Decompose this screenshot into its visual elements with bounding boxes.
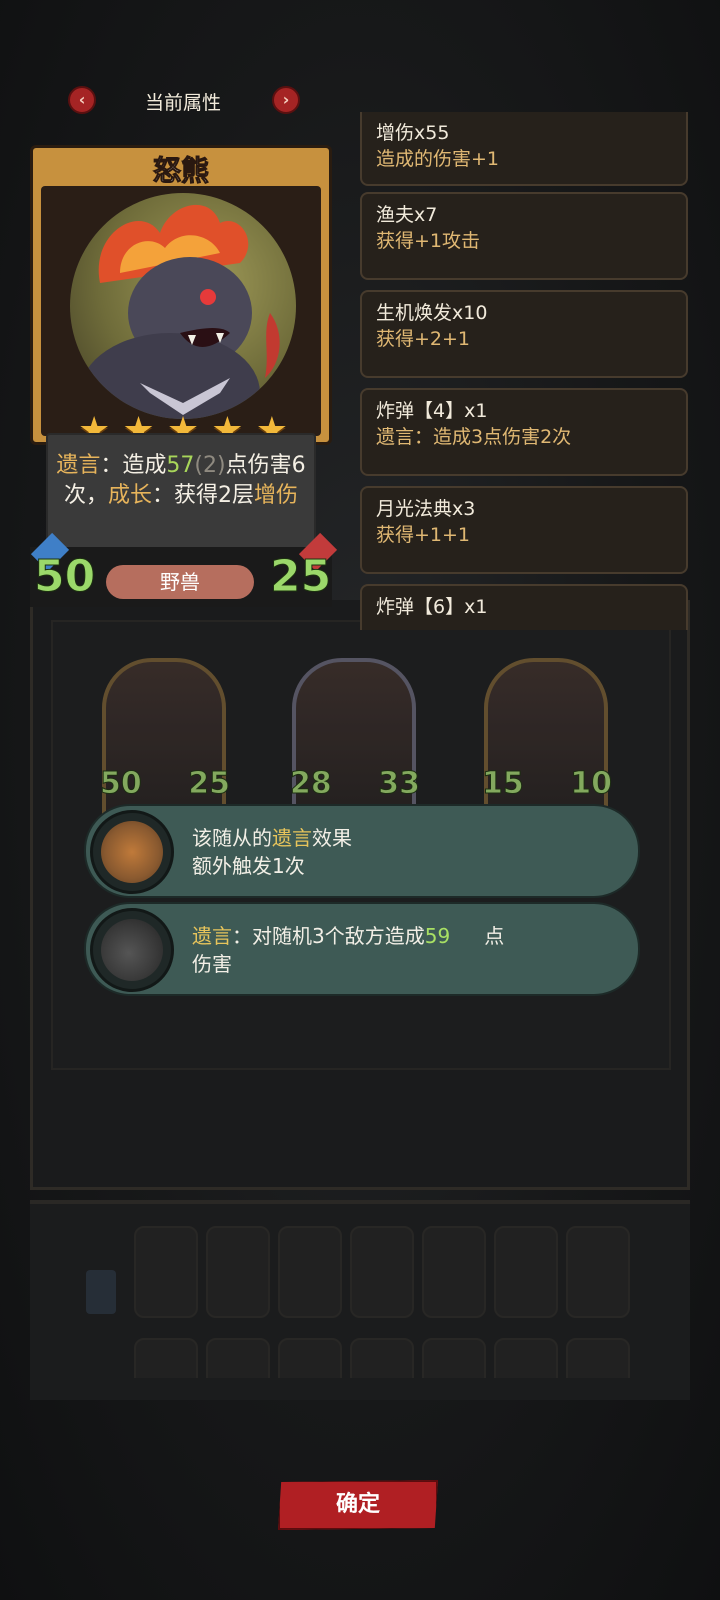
tooltip-text: 遗言：对随机3个敌方造成59 点 伤害 (192, 922, 612, 978)
minion-card-2[interactable]: 28 33 (290, 658, 420, 828)
shelf-card[interactable] (206, 1338, 270, 1378)
tooltip-line2: 伤害 (192, 952, 232, 976)
buff-desc: 获得+2+1 (376, 328, 471, 350)
desc-text: ：获得2层 (152, 483, 254, 508)
damage-bonus: (2) (194, 453, 226, 478)
bomb-icon (90, 908, 174, 992)
tooltip-text: 该随从的遗言效果 额外触发1次 (192, 824, 612, 880)
minion-attack: 50 (100, 766, 143, 802)
damage-value: 57 (166, 453, 195, 478)
effect-tooltip: 遗言：对随机3个敌方造成59 点 伤害 (84, 902, 640, 996)
minion-health: 10 (570, 766, 613, 802)
shelf-card[interactable] (278, 1338, 342, 1378)
effect-tooltip: 该随从的遗言效果 额外触发1次 (84, 804, 640, 898)
skull-gear-icon (90, 810, 174, 894)
shelf-card[interactable] (350, 1226, 414, 1318)
card-tribe: 野兽 (106, 565, 254, 599)
buff-desc: 遗言：造成3点伤害2次 (376, 426, 572, 448)
shelf-row-1 (70, 1226, 650, 1326)
shelf-card[interactable] (278, 1226, 342, 1318)
minion-health: 25 (188, 766, 231, 802)
buff-name: 月光法典x3 (376, 498, 476, 520)
chevron-right-icon: › (282, 90, 290, 109)
game-screen: 50 25 28 33 15 10 ‹ 当前属性 › 怒熊 ★ ★ ★ ★ ★ … (0, 0, 720, 1600)
minion-card-3[interactable]: 15 10 (482, 658, 612, 828)
tooltip-line2: 额外触发1次 (192, 854, 305, 878)
card-description: 遗言：造成57(2)点伤害6次，成长：获得2层增伤 (46, 433, 316, 553)
buff-name: 增伤x55 (376, 122, 450, 144)
hero-card: 怒熊 ★ ★ ★ ★ ★ 遗言：造成57(2)点伤害6次，成长：获得2层增伤 5… (30, 145, 338, 615)
shelf-card[interactable] (134, 1338, 198, 1378)
tooltip-pre: 该随从的 (192, 826, 272, 850)
shelf-card[interactable] (206, 1226, 270, 1318)
shelf-card[interactable] (422, 1338, 486, 1378)
shelf-card[interactable] (494, 1226, 558, 1318)
shelf-card[interactable] (494, 1338, 558, 1378)
prev-arrow-button[interactable]: ‹ (68, 86, 96, 114)
keyword-deathrattle: 遗言 (192, 924, 232, 948)
buff-list[interactable]: 增伤x55 造成的伤害+1 渔夫x7 获得+1攻击 生机焕发x10 获得+2+1… (358, 112, 692, 630)
desc-text: ：造成 (100, 453, 167, 478)
next-arrow-button[interactable]: › (272, 86, 300, 114)
buff-name: 渔夫x7 (376, 204, 438, 226)
shelf-card[interactable] (350, 1338, 414, 1378)
buff-item: 月光法典x3 获得+1+1 (360, 486, 688, 574)
confirm-button[interactable]: 确定 (278, 1480, 438, 1530)
tooltip-post: 效果 (312, 826, 352, 850)
shelf-card[interactable] (422, 1226, 486, 1318)
shelf-card[interactable] (566, 1226, 630, 1318)
buff-name: 炸弹【6】x1 (376, 596, 488, 618)
damage-value: 59 (424, 924, 451, 948)
buff-desc: 造成的伤害+1 (376, 148, 500, 170)
shelf-row-2 (70, 1338, 650, 1378)
buff-item: 生机焕发x10 获得+2+1 (360, 290, 688, 378)
buff-item: 渔夫x7 获得+1攻击 (360, 192, 688, 280)
buff-name: 生机焕发x10 (376, 302, 488, 324)
shelf-card[interactable] (134, 1226, 198, 1318)
card-name: 怒熊 (152, 154, 209, 188)
card-attack: 50 (33, 551, 96, 603)
buff-name: 炸弹【4】x1 (376, 400, 488, 422)
minion-attack: 28 (290, 766, 333, 802)
buff-item: 增伤x55 造成的伤害+1 (360, 112, 688, 186)
keyword-deathrattle: 遗言 (56, 453, 101, 478)
card-health: 25 (269, 551, 332, 603)
chevron-left-icon: ‹ (78, 90, 86, 109)
keyword-damage-boost: 增伤 (254, 483, 299, 508)
buff-item: 炸弹【6】x1 (360, 584, 688, 630)
minion-attack: 15 (482, 766, 525, 802)
minion-card-1[interactable]: 50 25 (100, 658, 230, 828)
tooltip-post: 点 (484, 924, 505, 948)
tooltip-pre: ：对随机3个敌方造成 (232, 924, 425, 948)
panel-title: 当前属性 (144, 92, 221, 114)
keyword-growth: 成长 (107, 483, 152, 508)
buff-desc: 获得+1+1 (376, 524, 471, 546)
buff-item: 炸弹【4】x1 遗言：造成3点伤害2次 (360, 388, 688, 476)
shelf-card[interactable] (566, 1338, 630, 1378)
minion-health: 33 (378, 766, 421, 802)
buff-desc: 获得+1攻击 (376, 230, 481, 252)
bear-portrait (70, 193, 296, 419)
keyword-deathrattle: 遗言 (272, 826, 312, 850)
